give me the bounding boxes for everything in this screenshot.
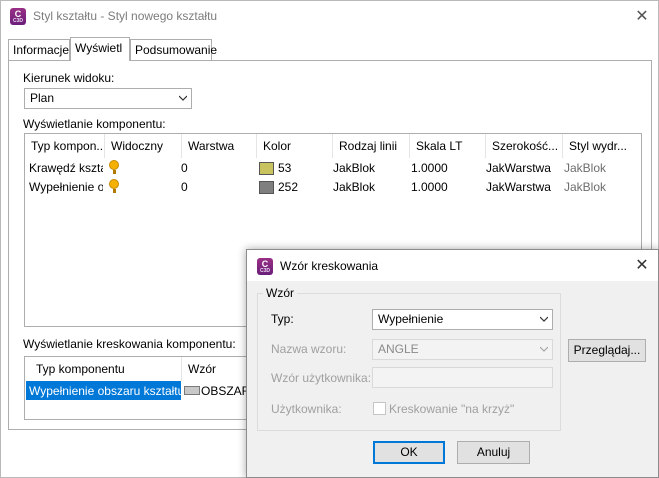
hatch-pattern-dialog: C C3D Wzór kreskowania ✕ Wzór Typ: Wypełn…	[246, 249, 659, 478]
tab-wyswietl[interactable]: Wyświetl	[70, 37, 130, 61]
group-label: Wzór	[263, 286, 297, 300]
table-row[interactable]: Krawędź kształtu 0 53 JakBlok 1.0000 Jak…	[25, 158, 641, 177]
column-header[interactable]: Typ komponentu	[25, 357, 182, 381]
column-header[interactable]: Warstwa	[182, 134, 257, 158]
hatch-display-label: Wyświetlanie kreskowania komponentu:	[23, 337, 236, 351]
type-label: Typ:	[271, 312, 294, 326]
dialog-title: Wzór kreskowania	[280, 259, 379, 273]
cell-lt-scale: 1.0000	[411, 161, 448, 175]
cell-lineweight: JakWarstwa	[486, 180, 551, 194]
chevron-down-icon	[540, 346, 548, 352]
dialog-titlebar[interactable]: C C3D Wzór kreskowania ✕	[247, 250, 658, 281]
cell-plot-style: JakBlok	[564, 161, 607, 175]
app-icon: C C3D	[257, 258, 273, 275]
visible-toggle[interactable]	[105, 158, 135, 177]
window-title: Styl kształtu - Styl nowego kształtu	[33, 9, 218, 23]
close-icon[interactable]: ✕	[633, 255, 651, 275]
browse-button[interactable]: Przeglądaj...	[568, 339, 646, 362]
color-swatch	[259, 181, 274, 194]
view-direction-select[interactable]: Plan	[24, 88, 192, 109]
list-header: Typ kompon... Widoczny Warstwa Kolor Rod…	[25, 134, 641, 158]
column-header[interactable]: Typ kompon...	[25, 134, 105, 158]
custom-label: Użytkownika:	[271, 402, 342, 416]
lightbulb-icon	[109, 179, 119, 193]
cell-layer: 0	[181, 161, 188, 175]
main-titlebar[interactable]: C C3D Styl kształtu - Styl nowego kształt…	[1, 1, 658, 32]
pattern-name-select[interactable]: ANGLE	[372, 339, 553, 360]
cell-plot-style: JakBlok	[564, 180, 607, 194]
cross-hatch-checkbox[interactable]	[373, 402, 386, 415]
cell-linetype: JakBlok	[333, 180, 376, 194]
user-pattern-label: Wzór użytkownika:	[271, 371, 372, 385]
visible-toggle[interactable]	[105, 177, 135, 196]
cell-linetype: JakBlok	[333, 161, 376, 175]
color-swatch	[259, 162, 274, 175]
type-select[interactable]: Wypełnienie	[372, 309, 553, 330]
column-header[interactable]: Szerokość...	[486, 134, 563, 158]
cross-hatch-label: Kreskowanie "na krzyż"	[389, 402, 515, 416]
cell-type: Krawędź kształtu	[29, 161, 103, 175]
user-pattern-input[interactable]	[372, 367, 553, 388]
column-header[interactable]: Styl wydr...	[563, 134, 641, 158]
pattern-name-label: Nazwa wzoru:	[271, 342, 347, 356]
column-header[interactable]: Kolor	[257, 134, 333, 158]
cell-layer: 0	[181, 180, 188, 194]
cell-type: Wypełnienie obszaru kształtu	[26, 381, 181, 400]
table-row[interactable]: Wypełnienie obszaru 0 252 JakBlok 1.0000…	[25, 177, 641, 196]
pattern-swatch	[184, 386, 200, 395]
cancel-button[interactable]: Anuluj	[457, 441, 530, 464]
tab-informacje[interactable]: Informacje	[8, 39, 70, 60]
chevron-down-icon	[179, 95, 187, 101]
cell-type: Wypełnienie obszaru	[29, 180, 103, 194]
app-icon: C C3D	[10, 8, 26, 25]
column-header[interactable]: Rodzaj linii	[333, 134, 410, 158]
chevron-down-icon	[540, 316, 548, 322]
cell-lineweight: JakWarstwa	[486, 161, 551, 175]
column-header[interactable]: Widoczny	[105, 134, 182, 158]
component-display-label: Wyświetlanie komponentu:	[23, 117, 166, 131]
cell-lt-scale: 1.0000	[411, 180, 448, 194]
column-header[interactable]: Skala LT	[410, 134, 486, 158]
tab-podsumowanie[interactable]: Podsumowanie	[130, 39, 217, 60]
close-icon[interactable]: ✕	[633, 6, 651, 26]
view-direction-label: Kierunek widoku:	[23, 71, 115, 85]
lightbulb-icon	[109, 160, 119, 174]
cell-color[interactable]: 53	[255, 158, 325, 177]
ok-button[interactable]: OK	[373, 441, 445, 464]
cell-color[interactable]: 252	[255, 177, 325, 196]
